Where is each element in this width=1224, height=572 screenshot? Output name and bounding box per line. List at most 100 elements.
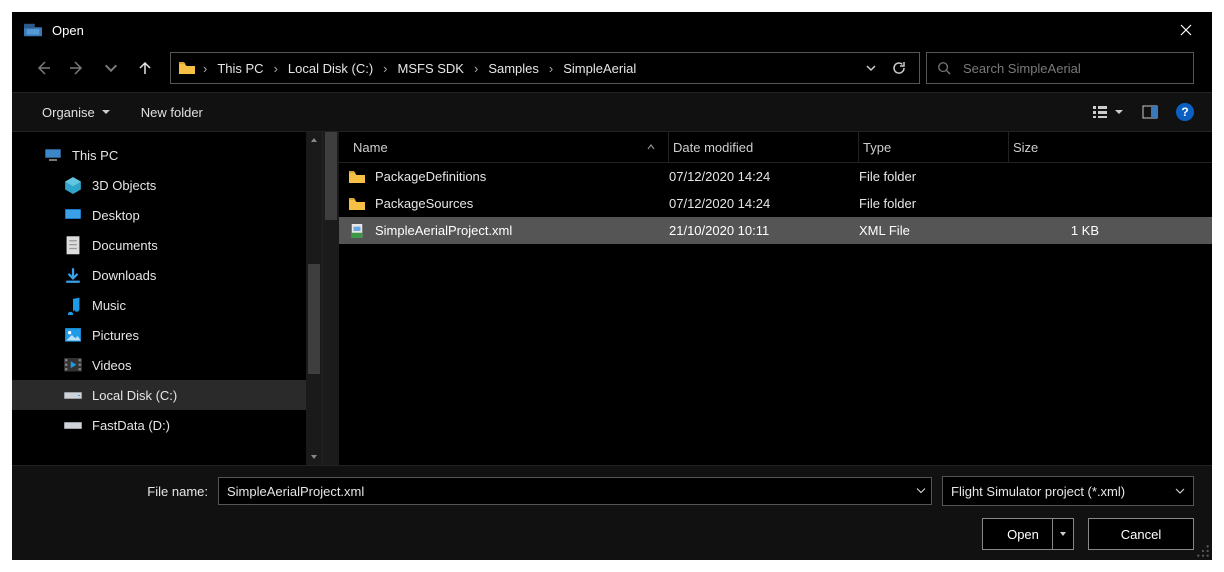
music-icon <box>64 297 82 313</box>
sidebar-item-documents[interactable]: Documents <box>12 230 306 260</box>
file-type-filter[interactable]: Flight Simulator project (*.xml) <box>942 476 1194 506</box>
column-header-modified[interactable]: Date modified <box>669 132 859 162</box>
folder-icon <box>179 61 195 75</box>
navigation-pane: This PC 3D Objects Desktop Documents Dow… <box>12 132 323 465</box>
file-size: 1 KB <box>1009 223 1109 238</box>
column-header-size[interactable]: Size <box>1009 132 1109 162</box>
search-input[interactable] <box>961 60 1183 77</box>
downloads-icon <box>64 267 82 283</box>
tree-label: Documents <box>92 238 158 253</box>
chevron-down-icon[interactable] <box>865 62 877 74</box>
organise-label: Organise <box>42 105 95 120</box>
address-bar[interactable]: › This PC › Local Disk (C:) › MSFS SDK ›… <box>170 52 920 84</box>
file-row[interactable]: SimpleAerialProject.xml 21/10/2020 10:11… <box>339 217 1212 244</box>
tree-label: Downloads <box>92 268 156 283</box>
dialog-footer: File name: Flight Simulator project (*.x… <box>12 465 1212 560</box>
sidebar-item-pictures[interactable]: Pictures <box>12 320 306 350</box>
breadcrumb-folder-1[interactable]: MSFS SDK <box>396 61 466 76</box>
close-icon <box>1180 24 1192 36</box>
open-split-dropdown[interactable] <box>1052 519 1073 549</box>
column-headers: Name Date modified Type Size <box>339 132 1212 163</box>
drive-icon <box>64 417 82 433</box>
cancel-label: Cancel <box>1121 527 1161 542</box>
filter-label: Flight Simulator project (*.xml) <box>951 484 1125 499</box>
pictures-icon <box>64 327 82 343</box>
breadcrumb-this-pc[interactable]: This PC <box>215 61 265 76</box>
preview-pane-icon <box>1142 104 1158 120</box>
desktop-icon <box>64 207 82 223</box>
sidebar-item-videos[interactable]: Videos <box>12 350 306 380</box>
breadcrumb-folder-2[interactable]: Samples <box>486 61 541 76</box>
navigation-bar: › This PC › Local Disk (C:) › MSFS SDK ›… <box>12 48 1212 92</box>
file-name: SimpleAerialProject.xml <box>375 223 512 238</box>
titlebar: Open <box>12 12 1212 48</box>
sort-ascending-icon <box>646 142 656 152</box>
filename-history-dropdown[interactable] <box>916 484 926 499</box>
cancel-button[interactable]: Cancel <box>1088 518 1194 550</box>
app-icon <box>24 23 42 37</box>
sidebar-item-desktop[interactable]: Desktop <box>12 200 306 230</box>
sidebar-scrollbar[interactable] <box>306 132 322 465</box>
column-header-type[interactable]: Type <box>859 132 1009 162</box>
main-area: This PC 3D Objects Desktop Documents Dow… <box>12 132 1212 465</box>
pc-icon <box>44 147 62 163</box>
tree-label: Desktop <box>92 208 140 223</box>
file-modified: 07/12/2020 14:24 <box>669 169 859 184</box>
chevron-right-icon[interactable]: › <box>197 61 213 76</box>
filename-input[interactable] <box>218 477 932 505</box>
sidebar-item-this-pc[interactable]: This PC <box>12 140 306 170</box>
breadcrumb-folder-3[interactable]: SimpleAerial <box>561 61 638 76</box>
nav-back-button[interactable] <box>34 59 52 77</box>
file-modified: 07/12/2020 14:24 <box>669 196 859 211</box>
scrollbar-thumb[interactable] <box>308 264 320 374</box>
new-folder-button[interactable]: New folder <box>141 105 203 120</box>
file-name: PackageSources <box>375 196 473 211</box>
open-button[interactable]: Open <box>982 518 1074 550</box>
sidebar-item-music[interactable]: Music <box>12 290 306 320</box>
file-row[interactable]: PackageSources 07/12/2020 14:24 File fol… <box>339 190 1212 217</box>
content-scrollbar[interactable] <box>323 132 339 465</box>
organise-menu[interactable]: Organise <box>42 105 111 120</box>
file-row[interactable]: PackageDefinitions 07/12/2020 14:24 File… <box>339 163 1212 190</box>
nav-forward-button[interactable] <box>68 59 86 77</box>
scroll-down-icon[interactable] <box>306 449 322 465</box>
tree-label: 3D Objects <box>92 178 156 193</box>
file-type: File folder <box>859 169 1009 184</box>
chevron-down-icon <box>1175 486 1185 496</box>
column-header-name[interactable]: Name <box>349 132 669 162</box>
folder-icon <box>349 170 365 184</box>
file-type: File folder <box>859 196 1009 211</box>
file-modified: 21/10/2020 10:11 <box>669 223 859 238</box>
open-dialog: Open › This PC › Local Disk (C:) › MSFS … <box>12 12 1212 560</box>
folder-icon <box>349 197 365 211</box>
help-button[interactable]: ? <box>1176 103 1194 121</box>
search-icon <box>937 61 951 75</box>
sidebar-item-downloads[interactable]: Downloads <box>12 260 306 290</box>
videos-icon <box>64 357 82 373</box>
xml-file-icon <box>349 224 365 238</box>
sidebar-item-3d-objects[interactable]: 3D Objects <box>12 170 306 200</box>
view-options-button[interactable] <box>1092 104 1124 120</box>
sidebar-item-fastdata-d[interactable]: FastData (D:) <box>12 410 306 440</box>
documents-icon <box>64 237 82 253</box>
new-folder-label: New folder <box>141 105 203 120</box>
chevron-right-icon[interactable]: › <box>268 61 284 76</box>
command-bar: Organise New folder ? <box>12 92 1212 132</box>
tree-label: FastData (D:) <box>92 418 170 433</box>
chevron-right-icon[interactable]: › <box>377 61 393 76</box>
search-box[interactable] <box>926 52 1194 84</box>
nav-up-button[interactable] <box>136 59 154 77</box>
cube-icon <box>64 177 82 193</box>
resize-grip-icon[interactable] <box>1196 544 1210 558</box>
chevron-right-icon[interactable]: › <box>468 61 484 76</box>
tree-label: Videos <box>92 358 132 373</box>
file-type: XML File <box>859 223 1009 238</box>
refresh-icon[interactable] <box>891 60 907 76</box>
chevron-right-icon[interactable]: › <box>543 61 559 76</box>
close-button[interactable] <box>1164 14 1208 46</box>
breadcrumb-drive[interactable]: Local Disk (C:) <box>286 61 375 76</box>
sidebar-item-local-disk-c[interactable]: Local Disk (C:) <box>12 380 306 410</box>
scroll-up-icon[interactable] <box>306 132 322 148</box>
nav-recent-button[interactable] <box>102 59 120 77</box>
preview-pane-button[interactable] <box>1142 104 1158 120</box>
